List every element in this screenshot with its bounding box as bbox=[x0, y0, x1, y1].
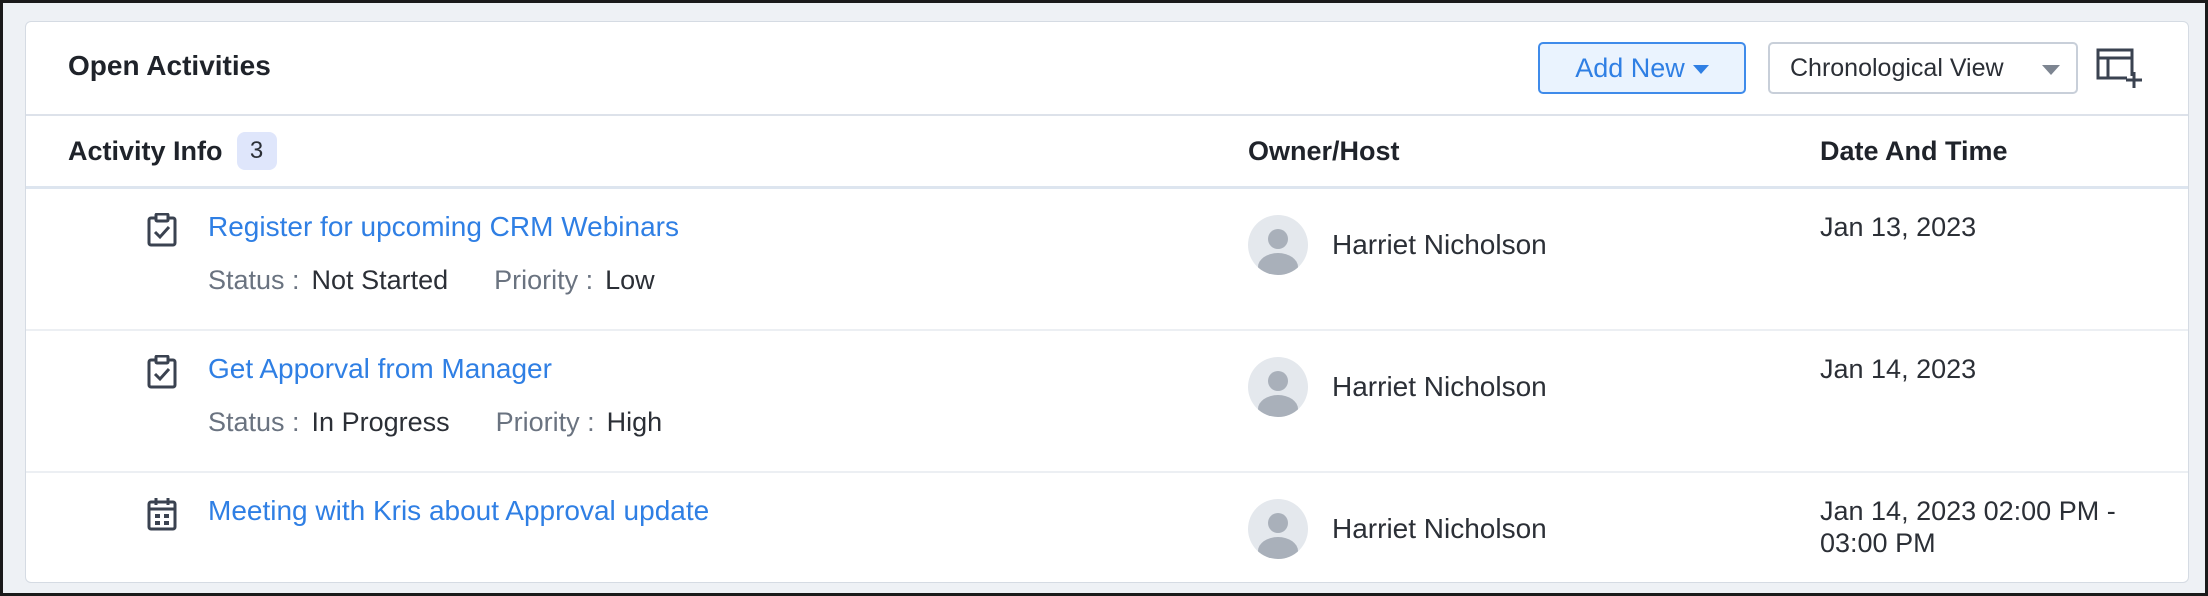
caret-down-icon bbox=[1692, 65, 1709, 74]
user-silhouette-icon bbox=[1258, 229, 1298, 275]
panel-title: Open Activities bbox=[68, 50, 271, 81]
activity-row: Register for upcoming CRM Webinars Statu… bbox=[26, 189, 2188, 331]
owner-name: Harriet Nicholson bbox=[1332, 513, 1547, 544]
task-checkbox-icon bbox=[147, 355, 177, 389]
priority-label: Priority : bbox=[495, 407, 595, 437]
activity-meta: Status : Not Started Priority : Low bbox=[208, 265, 655, 296]
calendar-icon bbox=[147, 498, 177, 531]
activity-title-link[interactable]: Get Apporval from Manager bbox=[208, 353, 552, 385]
date-time-header[interactable]: Date And Time bbox=[1820, 136, 2008, 167]
view-select[interactable]: Chronological View bbox=[1768, 42, 2078, 94]
avatar bbox=[1248, 357, 1308, 417]
column-header-row: Activity Info 3 Owner/Host Date And Time bbox=[26, 114, 2188, 189]
status-value: In Progress bbox=[311, 407, 450, 437]
user-silhouette-icon bbox=[1258, 371, 1298, 417]
status-label: Status : bbox=[208, 407, 300, 437]
activity-datetime: Jan 14, 2023 02:00 PM - 03:00 PM bbox=[1820, 496, 2116, 558]
activity-datetime: Jan 13, 2023 bbox=[1820, 212, 1977, 242]
status-value: Not Started bbox=[311, 265, 449, 295]
activity-info-header[interactable]: Activity Info 3 bbox=[68, 132, 277, 170]
add-new-label: Add New bbox=[1575, 52, 1685, 83]
avatar bbox=[1248, 215, 1308, 275]
activity-row: Get Apporval from Manager Status : In Pr… bbox=[26, 331, 2188, 473]
activity-title-link[interactable]: Meeting with Kris about Approval update bbox=[208, 495, 709, 527]
activity-meta: Status : In Progress Priority : High bbox=[208, 407, 662, 438]
view-select-value: Chronological View bbox=[1790, 53, 2004, 82]
dropdown-caret-icon bbox=[2042, 65, 2060, 75]
activity-title-link[interactable]: Register for upcoming CRM Webinars bbox=[208, 211, 679, 243]
user-silhouette-icon bbox=[1258, 513, 1298, 559]
status-label: Status : bbox=[208, 265, 300, 295]
activity-info-label: Activity Info bbox=[68, 135, 223, 166]
activity-row: Meeting with Kris about Approval update … bbox=[26, 473, 2188, 582]
table-add-column-icon[interactable] bbox=[2096, 46, 2142, 90]
panel-header: Open Activities Add New Chronological Vi… bbox=[26, 22, 2188, 116]
owner-host-header[interactable]: Owner/Host bbox=[1248, 136, 1400, 167]
activity-datetime: Jan 14, 2023 bbox=[1820, 354, 1977, 384]
owner-name: Harriet Nicholson bbox=[1332, 371, 1547, 402]
open-activities-panel: Open Activities Add New Chronological Vi… bbox=[25, 21, 2189, 583]
add-new-button[interactable]: Add New bbox=[1538, 42, 1746, 94]
owner-name: Harriet Nicholson bbox=[1332, 229, 1547, 260]
priority-value: Low bbox=[605, 265, 655, 295]
task-checkbox-icon bbox=[147, 213, 177, 247]
window-frame: Open Activities Add New Chronological Vi… bbox=[0, 0, 2208, 596]
avatar bbox=[1248, 499, 1308, 559]
priority-label: Priority : bbox=[494, 265, 594, 295]
priority-value: High bbox=[606, 407, 663, 437]
activity-count-badge: 3 bbox=[236, 132, 277, 170]
